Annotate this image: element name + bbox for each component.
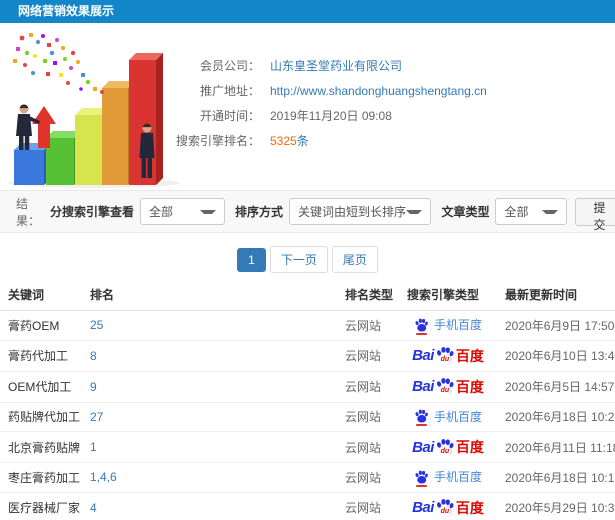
open-time-value: 2019年11月20日 09:08 [270,109,392,123]
engine-cell: 手机百度 [399,462,497,493]
filter-controls: 分搜索引擎查看 全部 排序方式 关键词由短到长排序 文章类型 全部 提交 [40,197,615,232]
engine-cell: Bai du 百度 [399,431,497,463]
rank-link[interactable]: 1 [82,431,337,463]
sort-filter-label: 排序方式 [235,205,284,219]
open-time-row: 开通时间： 2019年11月20日 09:08 [160,103,600,128]
table-row: 药贴牌代加工 27 云网站 手机百度 2020年6月18日 10:25 [0,402,615,432]
pagination: 1 下一页 尾页 [0,246,615,273]
results-table: 关键词 排名 排名类型 搜索引擎类型 最新更新时间 膏药OEM 25 云网站 手… [0,278,615,520]
rank-link[interactable]: 4 [82,492,337,520]
table-header-row: 关键词 排名 排名类型 搜索引擎类型 最新更新时间 [0,278,615,311]
header-rank-type: 排名类型 [337,278,399,311]
baidu-paw-icon [414,409,429,426]
result-label: 结果： [16,196,41,228]
table-row: OEM代加工 9 云网站 Bai du 百度 2020年6月5日 14:57 [0,371,615,403]
keyword-cell: 药贴牌代加工 [0,402,82,432]
engine-cell: Bai du 百度 [399,340,497,372]
rank-count-unit: 条 [296,134,309,148]
rank-type-cell: 云网站 [337,462,399,493]
keyword-cell: 医疗器械厂家 [0,492,82,520]
keyword-cell: 膏药OEM [0,310,82,341]
baidu-paw-icon: du [435,377,455,396]
updated-time-cell: 2020年6月5日 14:57 [497,371,615,403]
rank-count-value: 5325 [270,134,297,148]
rank-type-cell: 云网站 [337,371,399,403]
rank-link[interactable]: 9 [82,371,337,403]
page-title: 网络营销效果展示 [0,0,615,23]
caret-down-icon [542,209,559,214]
rank-link[interactable]: 8 [82,340,337,372]
submit-button[interactable]: 提交 [575,197,615,232]
company-row: 会员公司： 山东皇圣堂药业有限公司 [160,53,600,78]
mobile-baidu-logo: 手机百度 [414,408,482,426]
baidu-logo: Bai du 百度 [412,377,484,396]
baidu-paw-icon: du [435,346,455,365]
engine-cell: Bai du 百度 [399,371,497,403]
engine-cell: 手机百度 [399,310,497,341]
engine-cell: 手机百度 [399,402,497,432]
table-row: 医疗器械厂家 4 云网站 Bai du 百度 2020年5月29日 10:32 [0,492,615,520]
table-row: 膏药代加工 8 云网站 Bai du 百度 2020年6月10日 13:40 [0,340,615,372]
baidu-logo: Bai du 百度 [412,498,484,517]
rank-type-cell: 云网站 [337,340,399,372]
baidu-paw-icon: du [435,438,455,457]
filter-bar: 结果： 分搜索引擎查看 全部 排序方式 关键词由短到长排序 文章类型 全部 提交 [0,190,615,233]
marketing-report-page: 网络营销效果展示 会员公司： 山东皇圣堂药业有限公司 推广地址： http://… [0,0,615,520]
keyword-cell: 膏药代加工 [0,340,82,372]
updated-time-cell: 2020年6月9日 17:50 [497,310,615,341]
keyword-cell: 北京膏药贴牌 [0,431,82,463]
engine-select[interactable]: 全部 [140,198,226,225]
mobile-baidu-logo: 手机百度 [414,316,482,335]
mobile-baidu-logo: 手机百度 [414,468,482,487]
rank-link[interactable]: 1,4,6 [82,462,337,493]
engine-cell: Bai du 百度 [399,492,497,520]
page-1-button[interactable]: 1 [237,248,266,272]
baidu-paw-icon [414,318,429,335]
table-row: 北京膏药贴牌 1 云网站 Bai du 百度 2020年6月11日 11:18 [0,431,615,463]
article-type-label: 文章类型 [441,205,490,219]
rank-type-cell: 云网站 [337,402,399,432]
baidu-paw-icon: du [435,498,455,517]
confetti [13,33,104,94]
baidu-logo: Bai du 百度 [412,346,484,365]
company-label: 会员公司： [199,59,260,73]
header-keyword: 关键词 [0,278,82,311]
last-page-button[interactable]: 尾页 [331,246,378,273]
sort-select[interactable]: 关键词由短到长排序 [289,198,432,225]
next-page-button[interactable]: 下一页 [269,246,328,273]
updated-time-cell: 2020年6月10日 13:40 [497,340,615,372]
caret-down-icon [406,209,423,214]
info-section: 会员公司： 山东皇圣堂药业有限公司 推广地址： http://www.shand… [0,23,615,190]
promo-url-link[interactable]: http://www.shandonghuangshengtang.cn [270,84,487,98]
updated-time-cell: 2020年5月29日 10:32 [497,492,615,520]
baidu-paw-icon [414,470,429,487]
rank-count-label: 搜索引擎排名： [175,134,260,148]
engine-filter-label: 分搜索引擎查看 [50,205,135,219]
account-fields: 会员公司： 山东皇圣堂药业有限公司 推广地址： http://www.shand… [160,53,600,153]
updated-time-cell: 2020年6月18日 10:25 [497,402,615,432]
rank-count-row: 搜索引擎排名： 5325条 [160,128,600,153]
header-updated: 最新更新时间 [497,278,615,311]
rank-type-cell: 云网站 [337,492,399,520]
article-type-select[interactable]: 全部 [495,198,568,225]
keyword-cell: OEM代加工 [0,371,82,403]
keyword-cell: 枣庄膏药加工 [0,462,82,493]
company-link[interactable]: 山东皇圣堂药业有限公司 [270,57,402,74]
updated-time-cell: 2020年6月11日 11:18 [497,431,615,463]
rank-link[interactable]: 27 [82,402,337,432]
promo-url-label: 推广地址： [199,84,260,98]
caret-down-icon [200,209,217,214]
rank-link[interactable]: 25 [82,310,337,341]
rank-type-cell: 云网站 [337,431,399,463]
header-rank: 排名 [82,278,337,311]
open-time-label: 开通时间： [199,109,260,123]
rank-type-cell: 云网站 [337,310,399,341]
bar-chart-illustration [8,33,180,188]
updated-time-cell: 2020年6月18日 10:19 [497,462,615,493]
table-row: 枣庄膏药加工 1,4,6 云网站 手机百度 2020年6月18日 10:19 [0,462,615,493]
promo-url-row: 推广地址： http://www.shandonghuangshengtang.… [160,78,600,103]
table-row: 膏药OEM 25 云网站 手机百度 2020年6月9日 17:50 [0,310,615,341]
header-engine-type: 搜索引擎类型 [399,278,497,311]
baidu-logo: Bai du 百度 [412,438,484,457]
